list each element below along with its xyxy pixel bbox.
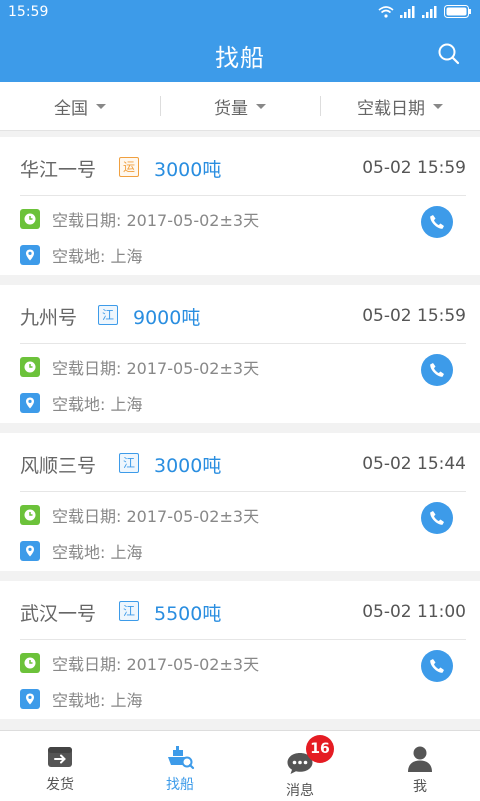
post-time: 05-02 15:59 bbox=[362, 158, 466, 178]
user-icon bbox=[407, 745, 433, 773]
filter-bar: 全国 货量 空载日期 bbox=[0, 82, 480, 131]
empty-place-value: 上海 bbox=[110, 543, 143, 562]
search-button[interactable] bbox=[436, 41, 462, 67]
empty-date-label: 空载日期: bbox=[52, 655, 122, 674]
dropdown-caret-icon bbox=[433, 103, 443, 109]
call-button[interactable] bbox=[421, 206, 453, 238]
post-time: 05-02 15:59 bbox=[362, 306, 466, 326]
app-bar: 找船 bbox=[0, 24, 480, 82]
empty-place-value: 上海 bbox=[110, 395, 143, 414]
ship-type-badge: 江 bbox=[98, 305, 119, 325]
empty-date-row: 空载日期: 2017-05-02±3天 bbox=[20, 651, 259, 675]
wifi-icon bbox=[378, 5, 394, 18]
ship-card[interactable]: 武汉一号 江 5500吨 05-02 11:00 空载日期: 2017-05-0… bbox=[0, 581, 480, 719]
dropdown-caret-icon bbox=[256, 103, 266, 109]
filter-cargo-volume[interactable]: 货量 bbox=[160, 82, 320, 130]
status-bar: 15:59 bbox=[0, 0, 480, 24]
ship-name: 风顺三号 bbox=[20, 455, 97, 477]
clock-icon bbox=[20, 209, 40, 229]
tab-label: 找船 bbox=[166, 777, 194, 793]
status-icons bbox=[378, 5, 472, 18]
location-pin-icon bbox=[20, 393, 40, 413]
phone-icon bbox=[430, 363, 444, 377]
post-time: 05-02 11:00 bbox=[362, 602, 466, 622]
ship-tonnage: 9000吨 bbox=[133, 307, 201, 329]
page-title: 找船 bbox=[215, 44, 265, 72]
empty-date-row: 空载日期: 2017-05-02±3天 bbox=[20, 503, 259, 527]
location-pin-icon bbox=[20, 689, 40, 709]
divider bbox=[20, 195, 466, 196]
filter-label: 全国 bbox=[54, 98, 88, 119]
empty-place-row: 空载地: 上海 bbox=[20, 687, 143, 711]
box-out-icon bbox=[47, 743, 73, 771]
call-button[interactable] bbox=[421, 354, 453, 386]
tab-label: 消息 bbox=[286, 783, 314, 799]
signal-icon bbox=[422, 5, 437, 18]
empty-place-label: 空载地: bbox=[52, 395, 106, 414]
clock-icon bbox=[20, 357, 40, 377]
empty-date-row: 空载日期: 2017-05-02±3天 bbox=[20, 355, 259, 379]
empty-date-value: 2017-05-02±3天 bbox=[126, 211, 260, 230]
empty-date-value: 2017-05-02±3天 bbox=[126, 359, 260, 378]
post-time: 05-02 15:44 bbox=[362, 454, 466, 474]
empty-place-value: 上海 bbox=[110, 247, 143, 266]
ship-type-badge: 江 bbox=[119, 601, 140, 621]
empty-date-value: 2017-05-02±3天 bbox=[126, 655, 260, 674]
ship-card[interactable]: 九州号 江 9000吨 05-02 15:59 空载日期: 2017-05-02… bbox=[0, 285, 480, 423]
clock-icon bbox=[20, 505, 40, 525]
ship-type-badge: 江 bbox=[119, 453, 140, 473]
tab-messages[interactable]: 消息 16 bbox=[240, 731, 360, 801]
empty-date-label: 空载日期: bbox=[52, 359, 122, 378]
filter-region[interactable]: 全国 bbox=[0, 82, 160, 130]
battery-icon bbox=[444, 5, 471, 18]
ship-search-icon bbox=[165, 743, 195, 771]
divider bbox=[20, 639, 466, 640]
ship-tonnage: 5500吨 bbox=[154, 603, 222, 625]
empty-place-row: 空载地: 上海 bbox=[20, 243, 143, 267]
phone-icon bbox=[430, 215, 444, 229]
filter-label: 空载日期 bbox=[357, 98, 425, 119]
ship-card[interactable]: 风顺三号 江 3000吨 05-02 15:44 空载日期: 2017-05-0… bbox=[0, 433, 480, 571]
phone-icon bbox=[430, 511, 444, 525]
clock-icon bbox=[20, 653, 40, 673]
ship-name: 华江一号 bbox=[20, 159, 97, 181]
ship-tonnage: 3000吨 bbox=[154, 455, 222, 477]
empty-place-row: 空载地: 上海 bbox=[20, 391, 143, 415]
ship-type-badge: 运 bbox=[119, 157, 140, 177]
bottom-tab-bar: 发货 找船 消息 16 我 bbox=[0, 730, 480, 801]
empty-place-value: 上海 bbox=[110, 691, 143, 710]
search-icon bbox=[438, 43, 460, 65]
call-button[interactable] bbox=[421, 650, 453, 682]
location-pin-icon bbox=[20, 541, 40, 561]
empty-place-label: 空载地: bbox=[52, 543, 106, 562]
filter-empty-date[interactable]: 空载日期 bbox=[320, 82, 480, 130]
empty-place-label: 空载地: bbox=[52, 247, 106, 266]
empty-place-row: 空载地: 上海 bbox=[20, 539, 143, 563]
empty-date-row: 空载日期: 2017-05-02±3天 bbox=[20, 207, 259, 231]
divider bbox=[20, 491, 466, 492]
tab-me[interactable]: 我 bbox=[360, 731, 480, 801]
tab-find-ship[interactable]: 找船 bbox=[120, 731, 240, 801]
signal-icon bbox=[400, 5, 415, 18]
empty-place-label: 空载地: bbox=[52, 691, 106, 710]
status-time: 15:59 bbox=[8, 4, 49, 20]
ship-tonnage: 3000吨 bbox=[154, 159, 222, 181]
tab-label: 发货 bbox=[46, 777, 74, 793]
filter-label: 货量 bbox=[214, 98, 248, 119]
unread-badge: 16 bbox=[306, 735, 334, 763]
empty-date-label: 空载日期: bbox=[52, 211, 122, 230]
tab-ship-cargo[interactable]: 发货 bbox=[0, 731, 120, 801]
divider bbox=[20, 343, 466, 344]
ship-card[interactable]: 华江一号 运 3000吨 05-02 15:59 空载日期: 2017-05-0… bbox=[0, 137, 480, 275]
phone-icon bbox=[430, 659, 444, 673]
location-pin-icon bbox=[20, 245, 40, 265]
tab-label: 我 bbox=[413, 779, 427, 795]
empty-date-label: 空载日期: bbox=[52, 507, 122, 526]
empty-date-value: 2017-05-02±3天 bbox=[126, 507, 260, 526]
ship-name: 九州号 bbox=[20, 307, 78, 329]
ship-name: 武汉一号 bbox=[20, 603, 97, 625]
dropdown-caret-icon bbox=[96, 103, 106, 109]
call-button[interactable] bbox=[421, 502, 453, 534]
